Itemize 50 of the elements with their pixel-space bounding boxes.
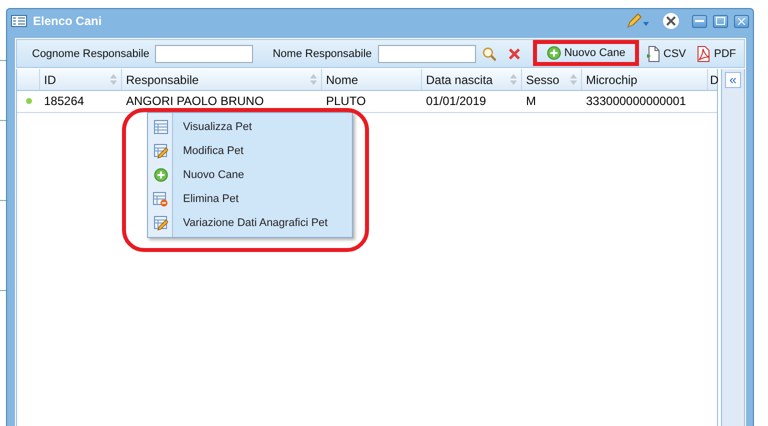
add-button[interactable]: Nuovo Cane — [533, 40, 640, 66]
table-cell: 185264 — [44, 94, 84, 108]
document-icon — [647, 46, 660, 62]
sort-icon[interactable] — [510, 74, 517, 85]
window-title: Elenco Cani — [33, 14, 102, 28]
menu-item[interactable]: Nuovo Cane — [148, 163, 352, 187]
filter-label: Nome Responsabile — [272, 48, 372, 60]
table-minus-icon — [153, 192, 168, 206]
plus-circle-icon — [547, 46, 562, 60]
maximize-button[interactable] — [713, 14, 728, 28]
square-icon — [716, 17, 725, 25]
expand-button[interactable]: « — [725, 72, 741, 88]
pdf-icon — [696, 46, 711, 62]
filter-input[interactable] — [155, 44, 254, 62]
column-header[interactable]: Sesso — [522, 69, 582, 90]
sort-icon[interactable] — [570, 74, 577, 85]
csv-button[interactable]: CSV — [645, 46, 688, 62]
column-header[interactable]: Data nascita — [422, 69, 522, 90]
minus-icon — [695, 20, 704, 22]
column-header[interactable]: Microchip — [582, 69, 708, 90]
filter-label: Cognome Responsabile — [32, 48, 150, 60]
filter-input[interactable] — [378, 44, 476, 62]
table-cell: 333000000000001 — [586, 94, 686, 108]
pencil-table-icon — [154, 216, 168, 230]
column-header[interactable]: Nome — [322, 69, 422, 90]
list-window-icon — [11, 15, 27, 27]
cross-circle-icon[interactable] — [662, 12, 680, 30]
table-cell: PLUTO — [326, 94, 366, 108]
sort-icon[interactable] — [310, 74, 317, 85]
table-icon — [154, 120, 168, 134]
menu-item[interactable]: Visualizza Pet — [148, 115, 352, 139]
sort-icon[interactable] — [110, 74, 117, 85]
close-icon — [738, 18, 745, 24]
close-button[interactable] — [734, 14, 749, 28]
clear-icon[interactable] — [508, 46, 522, 60]
table-cell: M — [526, 94, 536, 108]
pencil-table-icon — [154, 144, 168, 158]
column-header[interactable]: ID — [40, 69, 122, 90]
menu-item[interactable]: Modifica Pet — [148, 139, 352, 163]
pdf-button[interactable]: PDF — [694, 46, 738, 62]
brush-dropdown-icon[interactable] — [626, 13, 650, 29]
menu-item[interactable]: Elimina Pet — [148, 187, 352, 211]
column-header[interactable]: D — [708, 69, 717, 90]
plus-circle-icon — [154, 168, 168, 182]
table-cell: 01/01/2019 — [426, 94, 486, 108]
search-icon[interactable] — [482, 46, 496, 62]
menu-item[interactable]: Variazione Dati Anagrafici Pet — [148, 211, 352, 235]
table-cell: ANGORI PAOLO BRUNO — [126, 94, 264, 108]
column-header[interactable]: Responsabile — [122, 69, 322, 90]
minimize-button[interactable] — [692, 14, 707, 28]
